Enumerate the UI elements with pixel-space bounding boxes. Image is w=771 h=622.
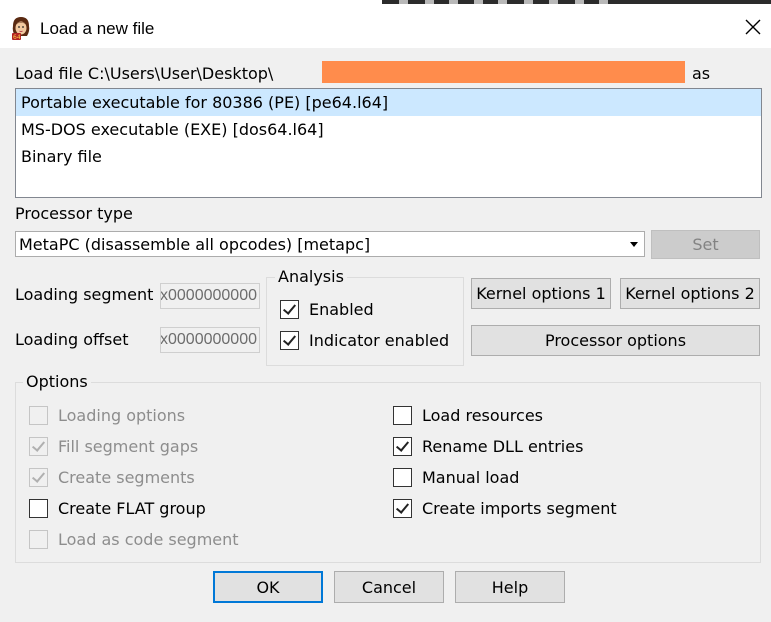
options-group-title: Options: [23, 372, 91, 391]
load-as-code-segment-label: Load as code segment: [58, 530, 239, 549]
processor-options-label: Processor options: [544, 331, 687, 350]
indicator-enabled-checkbox[interactable]: Indicator enabled: [280, 331, 449, 350]
analysis-group-title: Analysis: [275, 267, 347, 286]
svg-text:64: 64: [13, 34, 21, 40]
load-file-as-label: as: [692, 64, 711, 83]
fill-segment-gaps-label: Fill segment gaps: [58, 437, 199, 456]
loading-offset-label: Loading offset: [15, 330, 129, 349]
loading-segment-field[interactable]: 0x0000000000: [160, 283, 260, 309]
indicator-enabled-label: Indicator enabled: [309, 331, 450, 350]
create-segments-label: Create segments: [58, 468, 195, 487]
set-button-label: Set: [692, 235, 719, 254]
ok-button-label: OK: [256, 577, 280, 597]
create-imports-segment-label: Create imports segment: [422, 499, 617, 518]
file-type-list[interactable]: Portable executable for 80386 (PE) [pe64…: [15, 88, 762, 198]
loading-offset-value: 0x0000000000: [160, 331, 257, 348]
loading-options-label: Loading options: [58, 406, 186, 425]
close-button[interactable]: [736, 10, 770, 44]
chevron-down-icon[interactable]: [630, 242, 638, 247]
rename-dll-entries-label: Rename DLL entries: [422, 437, 584, 456]
load-as-code-segment-checkbox[interactable]: Load as code segment: [29, 530, 239, 549]
loading-offset-field[interactable]: 0x0000000000: [160, 327, 260, 353]
processor-type-select[interactable]: MetaPC (disassemble all opcodes) [metapc…: [15, 231, 645, 257]
checkbox-box[interactable]: [280, 331, 299, 350]
ok-button[interactable]: OK: [213, 571, 323, 603]
manual-load-label: Manual load: [422, 468, 520, 487]
close-icon: [745, 19, 761, 35]
loading-options-checkbox[interactable]: Loading options: [29, 406, 185, 425]
loading-segment-label: Loading segment: [15, 285, 154, 304]
analysis-enabled-label: Enabled: [309, 300, 374, 319]
dialog-body: Load file C:\Users\User\Desktop\ as Port…: [0, 48, 771, 622]
kernel-options-1-button[interactable]: Kernel options 1: [471, 278, 611, 309]
load-resources-checkbox[interactable]: Load resources: [393, 406, 543, 425]
dialog-title: Load a new file: [40, 19, 155, 38]
fill-segment-gaps-checkbox[interactable]: Fill segment gaps: [29, 437, 198, 456]
list-item[interactable]: Binary file: [16, 143, 761, 170]
kernel-options-2-button[interactable]: Kernel options 2: [620, 278, 760, 309]
create-imports-segment-checkbox[interactable]: Create imports segment: [393, 499, 617, 518]
load-resources-label: Load resources: [422, 406, 544, 425]
cancel-button[interactable]: Cancel: [334, 571, 444, 603]
checkbox-box[interactable]: [393, 437, 412, 456]
set-button[interactable]: Set: [651, 230, 760, 259]
list-item[interactable]: MS-DOS executable (EXE) [dos64.l64]: [16, 116, 761, 143]
checkbox-box[interactable]: [393, 468, 412, 487]
checkbox-box[interactable]: [393, 499, 412, 518]
analysis-enabled-checkbox[interactable]: Enabled: [280, 300, 374, 319]
ida-pro-icon: 64: [12, 17, 30, 40]
load-file-label: Load file C:\Users\User\Desktop\: [15, 64, 274, 83]
create-flat-group-checkbox[interactable]: Create FLAT group: [29, 499, 206, 518]
manual-load-checkbox[interactable]: Manual load: [393, 468, 519, 487]
checkbox-box[interactable]: [393, 406, 412, 425]
checkbox-box[interactable]: [29, 499, 48, 518]
loading-segment-value: 0x0000000000: [160, 287, 257, 304]
checkbox-box[interactable]: [280, 300, 299, 319]
processor-type-label: Processor type: [15, 204, 133, 223]
help-button[interactable]: Help: [455, 571, 565, 603]
kernel-options-2-label: Kernel options 2: [625, 284, 755, 303]
checkbox-box[interactable]: [29, 406, 48, 425]
help-button-label: Help: [491, 577, 529, 597]
checkbox-box[interactable]: [29, 437, 48, 456]
checkbox-box[interactable]: [29, 468, 48, 487]
processor-options-button[interactable]: Processor options: [471, 325, 760, 356]
processor-type-value: MetaPC (disassemble all opcodes) [metapc…: [19, 235, 371, 254]
cancel-button-label: Cancel: [361, 577, 417, 597]
kernel-options-1-label: Kernel options 1: [476, 284, 606, 303]
analysis-group: [266, 277, 464, 366]
checkbox-box[interactable]: [29, 530, 48, 549]
create-flat-group-label: Create FLAT group: [58, 499, 206, 518]
create-segments-checkbox[interactable]: Create segments: [29, 468, 195, 487]
rename-dll-entries-checkbox[interactable]: Rename DLL entries: [393, 437, 583, 456]
list-item[interactable]: Portable executable for 80386 (PE) [pe64…: [16, 89, 761, 116]
redacted-filename: [322, 61, 685, 83]
dialog-titlebar: 64 Load a new file: [0, 4, 771, 48]
